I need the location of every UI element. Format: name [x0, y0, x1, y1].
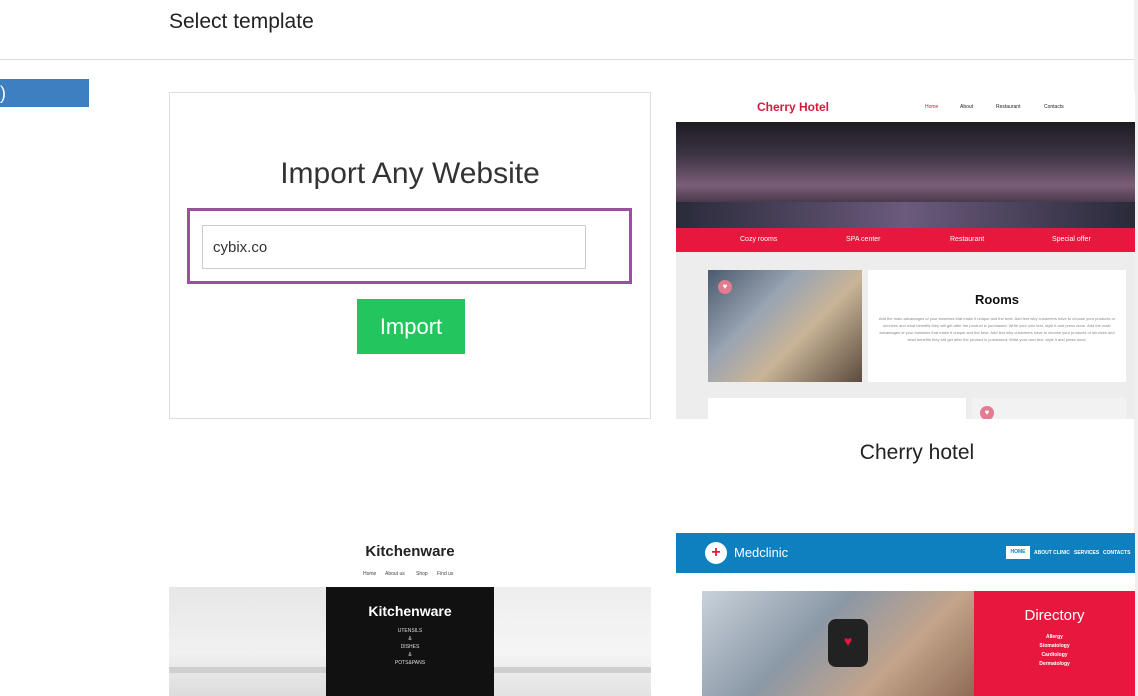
- kitchen-list-item: DISHES: [400, 644, 420, 650]
- med-photo: ♥: [702, 591, 974, 696]
- cherry-room-card: Rooms Add the main advantages of your bu…: [868, 270, 1126, 382]
- cherry-feature-bar: Cozy rooms SPA center Restaurant Special…: [676, 228, 1135, 252]
- cherry-pool-reflection: [676, 202, 1135, 230]
- kitchen-menu-item: Find us: [437, 571, 454, 577]
- kitchen-menu-item: Shop: [416, 571, 428, 577]
- med-directory-list: Allergy Stomatology Cardiology Dermatolo…: [974, 633, 1135, 669]
- kitchen-menu-item: About us: [385, 571, 405, 577]
- med-nav: + Medclinic HOME ABOUT CLINIC SERVICES C…: [676, 533, 1135, 573]
- page-title: Select template: [169, 10, 314, 33]
- kitchen-shelf: [494, 667, 651, 673]
- kitchen-list-item: POTS&PANS: [394, 660, 426, 666]
- kitchen-photo-right: [494, 587, 651, 696]
- med-nav-item: ABOUT CLINIC: [1034, 550, 1070, 556]
- import-website-card: Import Any Website Import: [169, 92, 651, 419]
- smartwatch-image: ♥: [828, 619, 868, 667]
- template-thumbnail-medclinic[interactable]: + Medclinic HOME ABOUT CLINIC SERVICES C…: [676, 533, 1135, 696]
- import-title: Import Any Website: [280, 157, 540, 190]
- cherry-bar-item: Cozy rooms: [740, 236, 778, 243]
- kitchen-title: Kitchenware: [365, 543, 455, 560]
- med-nav-item: CONTACTS: [1103, 550, 1131, 556]
- cherry-bar-item: Special offer: [1052, 236, 1091, 243]
- cherry-nav: Cherry Hotel Home About Restaurant Conta…: [676, 92, 1135, 122]
- med-directory-item: Stomatology: [1039, 643, 1070, 649]
- cherry-logo: Cherry Hotel: [757, 100, 830, 114]
- kitchen-list-item: UTENSILS: [397, 628, 423, 634]
- kitchen-center-list: UTENSILS & DISHES & POTS&PANS: [326, 627, 494, 667]
- kitchen-list-item: &: [408, 652, 412, 658]
- cherry-room-title: Rooms: [974, 292, 1020, 307]
- page: Select template ) Import Any Website Imp…: [0, 0, 1138, 696]
- med-nav-item: SERVICES: [1074, 550, 1100, 556]
- cherry-menu-item: Contacts: [1044, 104, 1064, 110]
- med-directory-item: Cardiology: [1041, 652, 1068, 658]
- kitchen-center-panel: Kitchenware UTENSILS & DISHES & POTS&PAN…: [326, 587, 494, 696]
- cherry-menu-item: Restaurant: [996, 104, 1021, 110]
- med-directory-title: Directory: [1024, 607, 1085, 624]
- cherry-hero-image: [676, 122, 1135, 230]
- kitchen-shelf: [169, 667, 326, 673]
- cherry-bar-item: Restaurant: [950, 236, 985, 243]
- med-directory-item: Allergy: [1046, 634, 1063, 640]
- template-label-cherry-hotel[interactable]: Cherry hotel: [676, 441, 1138, 465]
- cherry-room-text: Add the main advantages of your business…: [878, 316, 1116, 342]
- kitchen-list-item: &: [408, 636, 412, 642]
- cherry-menu-item: Home: [925, 104, 939, 110]
- template-thumbnail-cherry-hotel[interactable]: Cherry Hotel Home About Restaurant Conta…: [676, 92, 1135, 419]
- side-tab[interactable]: ): [0, 79, 89, 107]
- med-logo: Medclinic: [734, 545, 789, 560]
- website-url-input[interactable]: [202, 225, 586, 269]
- med-nav-active: HOME: [1006, 546, 1030, 559]
- kitchen-center-title: Kitchenware: [368, 603, 452, 619]
- heart-icon: ♥: [843, 633, 853, 649]
- cherry-card: [708, 398, 966, 419]
- medical-cross-icon: +: [705, 542, 727, 564]
- heart-icon: ♥: [718, 280, 732, 294]
- heart-icon: ♥: [980, 406, 994, 419]
- import-button[interactable]: Import: [357, 299, 465, 354]
- cherry-card: ♥: [972, 398, 1126, 419]
- med-directory-panel: Directory Allergy Stomatology Cardiology…: [974, 591, 1135, 696]
- template-thumbnail-kitchenware[interactable]: Kitchenware Home About us Shop Find us K…: [169, 533, 651, 696]
- kitchen-menu-item: Home: [363, 571, 377, 577]
- kitchen-photo-left: [169, 587, 326, 696]
- cherry-menu-item: About: [960, 104, 974, 110]
- med-directory-item: Dermatology: [1039, 661, 1070, 667]
- header-divider: [0, 59, 1134, 60]
- cherry-room-photo: ♥: [708, 270, 862, 382]
- cherry-bar-item: SPA center: [846, 236, 881, 243]
